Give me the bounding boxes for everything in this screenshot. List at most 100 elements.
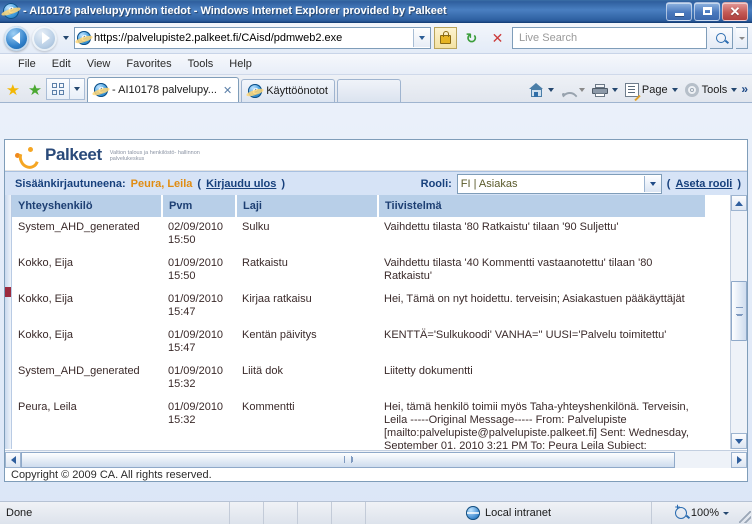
zoom-control[interactable]: 100%	[652, 502, 752, 524]
back-button[interactable]	[4, 25, 29, 51]
address-dropdown-icon[interactable]	[413, 29, 430, 47]
search-provider-dropdown-icon[interactable]	[736, 27, 748, 49]
feeds-button[interactable]	[558, 81, 588, 99]
brand-tagline: Valtion talous ja henkilöstö- hallinnon …	[109, 149, 200, 163]
table-row[interactable]: Kokko, Eija 01/09/2010 15:47 Kentän päiv…	[12, 324, 706, 361]
cell-type: Ratkaistu	[236, 252, 378, 289]
command-bar: Page Tools »	[526, 81, 750, 102]
palkeet-logo: Palkeet Valtion talous ja henkilöstö- ha…	[15, 143, 202, 173]
security-zone-label: Local intranet	[484, 507, 552, 519]
menu-item-favorites[interactable]: Favorites	[118, 56, 179, 72]
close-button[interactable]: ✕	[722, 1, 748, 21]
table-row[interactable]: Kokko, Eija 01/09/2010 15:50 Ratkaistu V…	[12, 252, 706, 289]
intranet-globe-icon	[465, 506, 480, 520]
security-zone[interactable]: Local intranet	[366, 502, 652, 524]
window-controls: ✕	[666, 1, 750, 21]
refresh-icon[interactable]: ↻	[460, 27, 483, 49]
column-header-summary[interactable]: Tiivistelmä	[378, 195, 707, 217]
menu-item-help[interactable]: Help	[221, 56, 260, 72]
print-icon	[591, 83, 608, 97]
ie-page-icon	[245, 82, 265, 98]
left-panel-edge	[5, 195, 12, 449]
page-icon	[624, 83, 639, 97]
table-vertical-scrollbar[interactable]	[730, 195, 747, 449]
search-icon[interactable]	[710, 27, 733, 49]
cell-summary: Vaihdettu tilasta '40 Kommentti vastaano…	[378, 252, 706, 289]
horizontal-scroll-thumb[interactable]	[21, 451, 675, 468]
ie-logo-icon	[0, 1, 22, 19]
tools-menu-button[interactable]: Tools	[682, 81, 741, 99]
logout-paren-open: (	[197, 178, 202, 190]
tab-ai10178[interactable]: - AI10178 palvelupy... ✕	[87, 77, 240, 102]
resize-grip[interactable]	[739, 511, 751, 523]
table-row[interactable]: System_AHD_generated 01/09/2010 15:32 Li…	[12, 360, 706, 397]
quick-tabs-dropdown-icon[interactable]	[70, 78, 85, 100]
zoom-level-label: 100%	[690, 507, 720, 519]
scroll-up-arrow-icon[interactable]	[731, 195, 747, 211]
set-role-paren-close: )	[737, 178, 741, 190]
brand-name: Palkeet	[45, 145, 102, 164]
chevron-down-icon[interactable]	[723, 511, 730, 515]
login-status-bar: Sisäänkirjautuneena: Peura, Leila ( Kirj…	[5, 171, 747, 197]
chevron-down-icon[interactable]	[643, 176, 661, 192]
column-header-type[interactable]: Laji	[236, 195, 379, 217]
table-row[interactable]: Kokko, Eija 01/09/2010 15:47 Kirjaa ratk…	[12, 288, 706, 325]
status-bar: Done Local intranet 100%	[0, 501, 752, 524]
tab-close-icon[interactable]: ✕	[221, 84, 232, 97]
add-to-favorites-icon[interactable]	[24, 78, 46, 102]
palkeet-logo-icon	[15, 143, 43, 173]
stop-icon[interactable]: ✕	[486, 27, 509, 49]
home-button[interactable]	[526, 81, 557, 99]
cell-type: Kentän päivitys	[236, 324, 378, 361]
table-row[interactable]: System_AHD_generated 02/09/2010 15:50 Su…	[12, 217, 706, 253]
page-menu-button[interactable]: Page	[622, 81, 681, 99]
search-input[interactable]	[512, 27, 707, 49]
table-row[interactable]: Peura, Leila 01/09/2010 15:32 Kommentti …	[12, 396, 706, 449]
forward-button[interactable]	[32, 25, 57, 51]
recent-pages-dropdown[interactable]	[60, 28, 71, 48]
new-tab-button[interactable]	[336, 79, 401, 102]
cell-date: 02/09/2010 15:50	[162, 217, 236, 253]
table-scroll-region: Yhteyshenkilö Pvm Laji Tiivistelmä Syste…	[12, 195, 747, 449]
quick-tabs-icon[interactable]	[46, 78, 70, 100]
cell-type: Liitä dok	[236, 360, 378, 397]
column-header-contact[interactable]: Yhteyshenkilö	[12, 195, 163, 217]
scroll-left-arrow-icon[interactable]	[5, 451, 21, 468]
address-input[interactable]: https://palvelupiste2.palkeet.fi/CAisd/p…	[74, 27, 431, 49]
role-selector-group: Rooli: FI | Asiakas ( Aseta rooli )	[421, 174, 741, 194]
status-slot-4	[332, 502, 366, 524]
menu-item-tools[interactable]: Tools	[180, 56, 222, 72]
toolbar-overflow-icon[interactable]: »	[741, 81, 748, 96]
menu-item-edit[interactable]: Edit	[44, 56, 79, 72]
maximize-button[interactable]	[694, 1, 720, 21]
cell-date: 01/09/2010 15:47	[162, 324, 236, 361]
minimize-button[interactable]	[666, 1, 692, 21]
vertical-scroll-thumb[interactable]	[731, 281, 747, 341]
tab-bar: - AI10178 palvelupy... ✕ Käyttöönotot	[0, 75, 752, 103]
cell-contact: Kokko, Eija	[12, 324, 162, 361]
tab-kayttoonotot[interactable]: Käyttöönotot	[241, 79, 335, 102]
role-selected-value: FI | Asiakas	[460, 178, 518, 190]
set-role-link[interactable]: Aseta rooli	[675, 178, 732, 190]
menu-item-file[interactable]: File	[10, 56, 44, 72]
table-horizontal-scrollbar[interactable]	[5, 450, 747, 468]
column-header-date[interactable]: Pvm	[162, 195, 237, 217]
logout-link[interactable]: Kirjaudu ulos	[206, 178, 276, 190]
favorites-star-icon[interactable]	[2, 78, 24, 102]
role-label: Rooli:	[420, 178, 452, 190]
scroll-right-arrow-icon[interactable]	[731, 451, 747, 468]
address-bar: https://palvelupiste2.palkeet.fi/CAisd/p…	[0, 23, 752, 54]
search-field[interactable]	[517, 31, 705, 45]
ssl-lock-icon[interactable]	[434, 27, 457, 49]
role-select[interactable]: FI | Asiakas	[456, 174, 662, 194]
horizontal-scroll-track[interactable]	[21, 451, 731, 468]
scroll-down-arrow-icon[interactable]	[731, 433, 747, 449]
window-title: - AI10178 palvelupyynnön tiedot - Window…	[23, 5, 447, 17]
page-menu-label: Page	[641, 84, 668, 96]
menu-item-view[interactable]: View	[79, 56, 119, 72]
print-button[interactable]	[589, 82, 621, 99]
vertical-scroll-track[interactable]	[731, 211, 747, 433]
cell-contact: Kokko, Eija	[12, 252, 162, 289]
cell-summary: Hei, tämä henkilö toimii myös Taha-yhtey…	[378, 396, 706, 449]
refresh-glyph: ↻	[465, 30, 478, 46]
